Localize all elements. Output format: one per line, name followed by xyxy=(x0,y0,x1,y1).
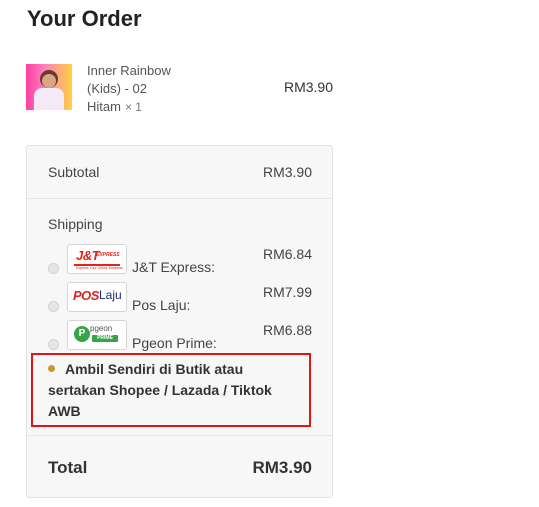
shipping-option-price: RM6.88 xyxy=(262,322,312,338)
subtotal-row: Subtotal RM3.90 xyxy=(27,146,332,199)
shipping-option-pgeon-prime[interactable]: P pgeon PRIME Pgeon Prime: RM6.88 xyxy=(27,320,332,354)
pos-laju-logo: POS Laju xyxy=(67,282,127,312)
shipping-option-name: Pos Laju: xyxy=(132,297,191,313)
shipping-label: Shipping xyxy=(48,216,103,232)
shipping-option-name: Ambil Sendiri di Butik atau sertakan Sho… xyxy=(48,361,272,419)
shipping-option-pos-laju[interactable]: POS Laju Pos Laju: RM7.99 xyxy=(27,282,332,316)
product-price: RM3.90 xyxy=(283,79,333,95)
product-info: Inner Rainbow (Kids) - 02 Hitam × 1 xyxy=(87,62,207,116)
product-name-line2: (Kids) - 02 xyxy=(87,81,147,96)
radio-pgeon-prime[interactable] xyxy=(48,339,59,350)
jt-express-logo: J&T EXPRESS Express Your Online Business xyxy=(67,244,127,274)
radio-pos-laju[interactable] xyxy=(48,301,59,312)
total-label: Total xyxy=(48,458,88,477)
product-thumbnail xyxy=(26,64,72,110)
page-title: Your Order xyxy=(27,6,142,31)
total-value: RM3.90 xyxy=(252,458,312,477)
product-variant: Hitam xyxy=(87,99,121,114)
shipping-option-jt-express[interactable]: J&T EXPRESS Express Your Online Business… xyxy=(27,244,332,278)
order-summary-card: Subtotal RM3.90 Shipping J&T EXPRESS Exp… xyxy=(26,145,333,498)
order-item: Inner Rainbow (Kids) - 02 Hitam × 1 RM3.9… xyxy=(26,62,333,114)
shipping-option-name: J&T Express: xyxy=(132,259,215,275)
subtotal-label: Subtotal xyxy=(48,164,100,180)
pgeon-prime-logo: P pgeon PRIME xyxy=(67,320,127,350)
radio-jt-express[interactable] xyxy=(48,263,59,274)
shipping-option-price: RM7.99 xyxy=(262,284,312,300)
total-row: Total RM3.90 xyxy=(27,435,332,498)
shipping-option-price: RM6.84 xyxy=(262,246,312,262)
product-quantity: × 1 xyxy=(124,100,142,114)
shipping-option-self-pickup[interactable]: Ambil Sendiri di Butik atau sertakan Sho… xyxy=(31,353,311,427)
shipping-option-name: Pgeon Prime: xyxy=(132,335,217,351)
subtotal-value: RM3.90 xyxy=(262,164,312,180)
product-name-line1: Inner Rainbow xyxy=(87,63,171,78)
